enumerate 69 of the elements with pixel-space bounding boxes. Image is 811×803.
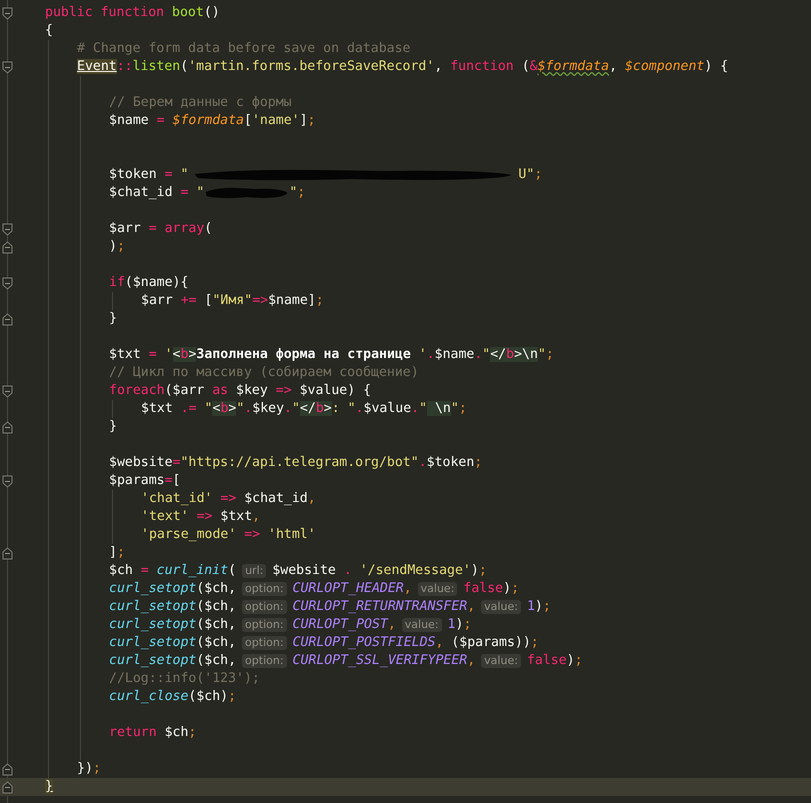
code-text: } [45,778,53,796]
code-text: curl_setopt($ch, [109,616,236,634]
code-text: $name = $formdata['name']; [109,112,316,130]
parameter-hint: value: [418,582,458,596]
code-text: curl_setopt($ch, [109,598,236,616]
code-text: CURLOPT_SSL_VERIFYPEER, [292,652,476,670]
code-text: U"; [518,166,542,184]
code-text: CURLOPT_POSTFIELDS, ($params)); [292,634,539,652]
code-text: CURLOPT_RETURNTRANSFER, [292,598,476,616]
parameter-hint: url: [242,564,266,578]
fold-marker-icon[interactable] [2,421,13,434]
parameter-hint: option: [242,582,287,596]
parameter-hint: value: [402,618,442,632]
fold-marker-icon[interactable] [2,241,13,254]
code-text: $website . '/sendMessage'); [272,562,487,580]
code-text: } [109,418,117,436]
fold-marker-icon[interactable] [2,61,13,74]
code-text: $params=[ [109,472,180,490]
code-text: } [109,310,117,328]
parameter-hint: option: [242,654,287,668]
code-text: $arr = array( [109,220,212,238]
code-text: # Change form data before save on database [77,40,410,58]
code-text: ]; [109,544,125,562]
parameter-hint: option: [242,636,287,650]
code-text: if($name){ [109,274,188,292]
code-text: return $ch; [109,724,196,742]
code-text: foreach($arr as $key => $value) { [109,382,372,400]
fold-marker-icon[interactable] [2,475,13,488]
code-text: $ch = curl_init( [109,562,236,580]
code-text: curl_setopt($ch, [109,652,236,670]
code-text: CURLOPT_HEADER, [292,580,412,598]
code-text: false); [526,652,583,670]
code-text: { [45,22,53,40]
code-text: //Log::info('123'); [109,670,260,688]
code-text: }); [77,760,101,778]
code-text: $website="https://api.telegram.org/bot".$token; [109,454,482,472]
code-text: CURLOPT_POST, [292,616,396,634]
code-text: false); [463,580,520,598]
fold-marker-icon[interactable] [2,385,13,398]
code-text: curl_setopt($ch, [109,580,236,598]
parameter-hint: value: [481,600,521,614]
fold-marker-icon[interactable] [2,781,13,794]
fold-marker-icon[interactable] [2,277,13,290]
code-text: $txt = '<b>Заполнена форма на странице '.$name."</b>\n"; [109,346,554,364]
code-text: 'parse_mode' => 'html' [141,526,316,544]
code-text: 'text' => $txt, [141,508,260,526]
code-text: $txt .= "<b>".$key."</b>: ".$value." \n"; [141,400,467,418]
fold-marker-icon[interactable] [2,547,13,560]
code-text: curl_setopt($ch, [109,634,236,652]
code-text: public function boot() [45,4,220,22]
code-text: curl_close($ch); [109,688,236,706]
fold-marker-icon[interactable] [2,7,13,20]
fold-marker-icon[interactable] [2,313,13,326]
code-text: // Цикл по массиву (собираем сообщение) [109,364,419,382]
fold-marker-icon[interactable] [2,763,13,776]
code-text: $token = " [109,166,188,184]
code-text: $arr += ["Имя"=>$name]; [141,292,324,310]
code-text: 1); [526,598,551,616]
parameter-hint: option: [242,618,287,632]
code-text: 'chat_id' => $chat_id, [141,490,316,508]
code-text: ); [109,238,125,256]
parameter-hint: value: [481,654,521,668]
parameter-hint: option: [242,600,287,614]
code-text: Event::listen('martin.forms.beforeSaveRecord', function (&$formdata, $component) { [77,58,728,76]
fold-marker-icon[interactable] [2,223,13,236]
code-text: $chat_id = " [109,184,204,202]
code-text: // Берем данные с формы [109,94,292,112]
code-text: "; [289,184,306,202]
code-text: 1); [448,616,472,634]
